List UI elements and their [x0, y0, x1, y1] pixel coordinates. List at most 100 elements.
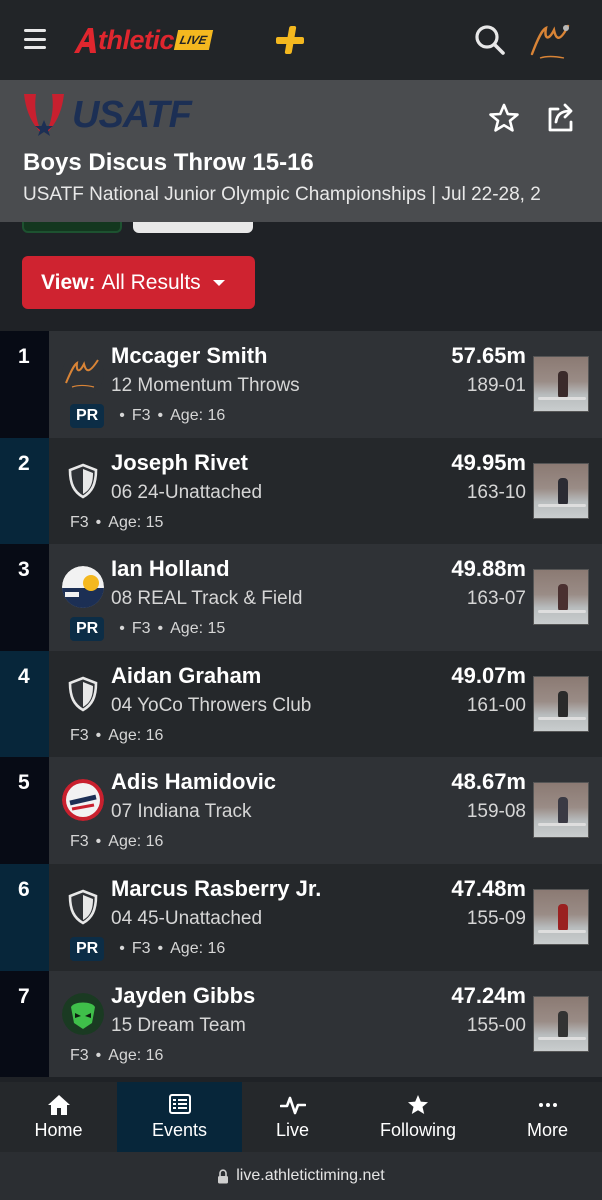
mark-imperial: 161-00 — [466, 694, 526, 716]
mark-metric: 49.07m — [451, 662, 526, 688]
dream-team-logo-icon — [62, 992, 104, 1035]
result-row[interactable]: 5 Adis Hamidovic 07 Indiana Track F3 • A… — [0, 757, 602, 864]
flight: F3 — [131, 407, 151, 424]
ellipsis-icon — [538, 1103, 557, 1107]
results-list: 1 Mccager Smith 12 Momentum Throws PR • … — [0, 331, 602, 1078]
age: Age: 16 — [170, 407, 226, 424]
athletic-live-logo[interactable]: thletic LIVE — [72, 20, 213, 60]
place: 5 — [18, 771, 30, 795]
nav-events[interactable]: Events — [117, 1082, 242, 1152]
video-thumbnail[interactable] — [533, 888, 589, 945]
flight: F3 — [70, 833, 89, 851]
team-name: 04 45-Unattached — [111, 907, 263, 929]
result-row[interactable]: 4 Aidan Graham 04 YoCo Throwers Club F3 … — [0, 650, 602, 758]
mark-imperial: 155-00 — [466, 1014, 526, 1036]
athlete-name[interactable]: Mccager Smith — [111, 343, 268, 369]
place: 6 — [18, 877, 30, 901]
video-thumbnail[interactable] — [533, 356, 589, 412]
video-thumbnail[interactable] — [533, 462, 589, 519]
athlete-meta: F3 • Age: 16 — [70, 833, 164, 851]
athlete-name[interactable]: Jayden Gibbs — [111, 983, 255, 1009]
video-thumbnail[interactable] — [533, 782, 589, 839]
list-icon — [168, 1094, 191, 1114]
result-row[interactable]: 3 Ian Holland 08 REAL Track & Field PR •… — [0, 544, 602, 651]
plus-icon[interactable] — [276, 26, 304, 54]
app-root: thletic LIVE USATF Boys Discus Throw 15-… — [0, 0, 602, 1200]
result-row[interactable]: 1 Mccager Smith 12 Momentum Throws PR • … — [0, 331, 602, 438]
tab-peek-white[interactable] — [133, 222, 253, 233]
result-row[interactable]: 7 Jayden Gibbs 15 Dream Team F3 • Age: 1… — [0, 970, 602, 1078]
caret-down-icon — [212, 279, 225, 286]
home-icon — [47, 1095, 70, 1115]
athlete-name[interactable]: Adis Hamidovic — [111, 769, 276, 795]
team-name: 04 YoCo Throwers Club — [111, 694, 312, 716]
result-row[interactable]: 2 Joseph Rivet 06 24-Unattached F3 • Age… — [0, 437, 602, 545]
nav-more[interactable]: More — [493, 1082, 602, 1152]
logo-live-badge: LIVE — [173, 30, 213, 50]
search-icon[interactable] — [474, 24, 506, 56]
mark-imperial: 159-08 — [466, 801, 526, 823]
lock-icon — [218, 1168, 229, 1183]
shield-icon — [68, 463, 98, 499]
event-title: Boys Discus Throw 15-16 — [23, 149, 314, 176]
athlete-name[interactable]: Aidan Graham — [111, 663, 261, 689]
hamburger-icon[interactable] — [24, 29, 46, 49]
usatf-logo: USATF — [22, 90, 192, 140]
event-subtitle: USATF National Junior Olympic Championsh… — [23, 184, 541, 205]
usatf-text: USATF — [72, 93, 192, 136]
pulse-icon — [279, 1096, 306, 1115]
flight: F3 — [131, 939, 151, 957]
event-header: USATF Boys Discus Throw 15-16 USATF Nati… — [0, 80, 602, 222]
momentum-throws-logo-icon[interactable] — [528, 18, 576, 64]
bottom-nav: Home Events Live Following More — [0, 1082, 602, 1152]
flight: F3 — [70, 1046, 89, 1064]
mark-metric: 47.48m — [451, 875, 526, 901]
athlete-name[interactable]: Marcus Rasberry Jr. — [111, 876, 321, 902]
mark-imperial: 189-01 — [466, 375, 526, 396]
video-thumbnail[interactable] — [533, 569, 589, 626]
athlete-name[interactable]: Ian Holland — [111, 556, 230, 582]
age: Age: 16 — [108, 833, 164, 851]
video-thumbnail[interactable] — [533, 675, 589, 732]
mark-imperial: 163-10 — [466, 481, 526, 503]
view-filter-button[interactable]: View: All Results — [22, 256, 255, 309]
nav-following[interactable]: Following — [343, 1082, 493, 1152]
url-text: live.athletictiming.net — [236, 1167, 385, 1184]
team-name: 15 Dream Team — [111, 1014, 246, 1036]
flight: F3 — [70, 513, 89, 531]
athlete-meta: PR • F3 • Age: 16 — [70, 936, 225, 962]
athlete-meta: F3 • Age: 16 — [70, 726, 164, 744]
mark-metric: 47.24m — [451, 982, 526, 1008]
video-thumbnail[interactable] — [533, 995, 589, 1052]
place: 2 — [18, 451, 30, 475]
athlete-name[interactable]: Joseph Rivet — [111, 450, 248, 476]
shield-icon — [68, 676, 98, 712]
tab-peek-green[interactable] — [22, 222, 122, 233]
nav-events-label: Events — [151, 1120, 208, 1140]
age: Age: 16 — [170, 939, 226, 957]
mark-metric: 48.67m — [451, 769, 526, 795]
mark-metric: 49.88m — [451, 556, 526, 582]
team-name: 12 Momentum Throws — [111, 375, 300, 396]
browser-url-bar[interactable]: live.athletictiming.net — [0, 1152, 602, 1200]
usatf-wings-icon — [24, 94, 64, 136]
place: 1 — [18, 345, 30, 368]
share-icon[interactable] — [544, 100, 578, 134]
nav-home[interactable]: Home — [0, 1082, 117, 1152]
age: Age: 15 — [170, 620, 226, 638]
nav-following-label: Following — [379, 1120, 457, 1140]
star-icon[interactable] — [488, 102, 520, 134]
age: Age: 15 — [108, 513, 164, 531]
mark-imperial: 155-09 — [466, 907, 526, 929]
result-row[interactable]: 6 Marcus Rasberry Jr. 04 45-Unattached P… — [0, 863, 602, 971]
mark-imperial: 163-07 — [466, 588, 526, 610]
place: 7 — [18, 984, 30, 1008]
mark-metric: 49.95m — [451, 449, 526, 475]
flight: F3 — [131, 620, 151, 638]
view-value: All Results — [101, 270, 201, 294]
team-name: 08 REAL Track & Field — [111, 588, 303, 610]
place: 3 — [18, 558, 30, 582]
momentum-throws-logo-icon — [62, 353, 104, 395]
pr-badge: PR — [70, 936, 105, 961]
nav-live[interactable]: Live — [242, 1082, 343, 1152]
